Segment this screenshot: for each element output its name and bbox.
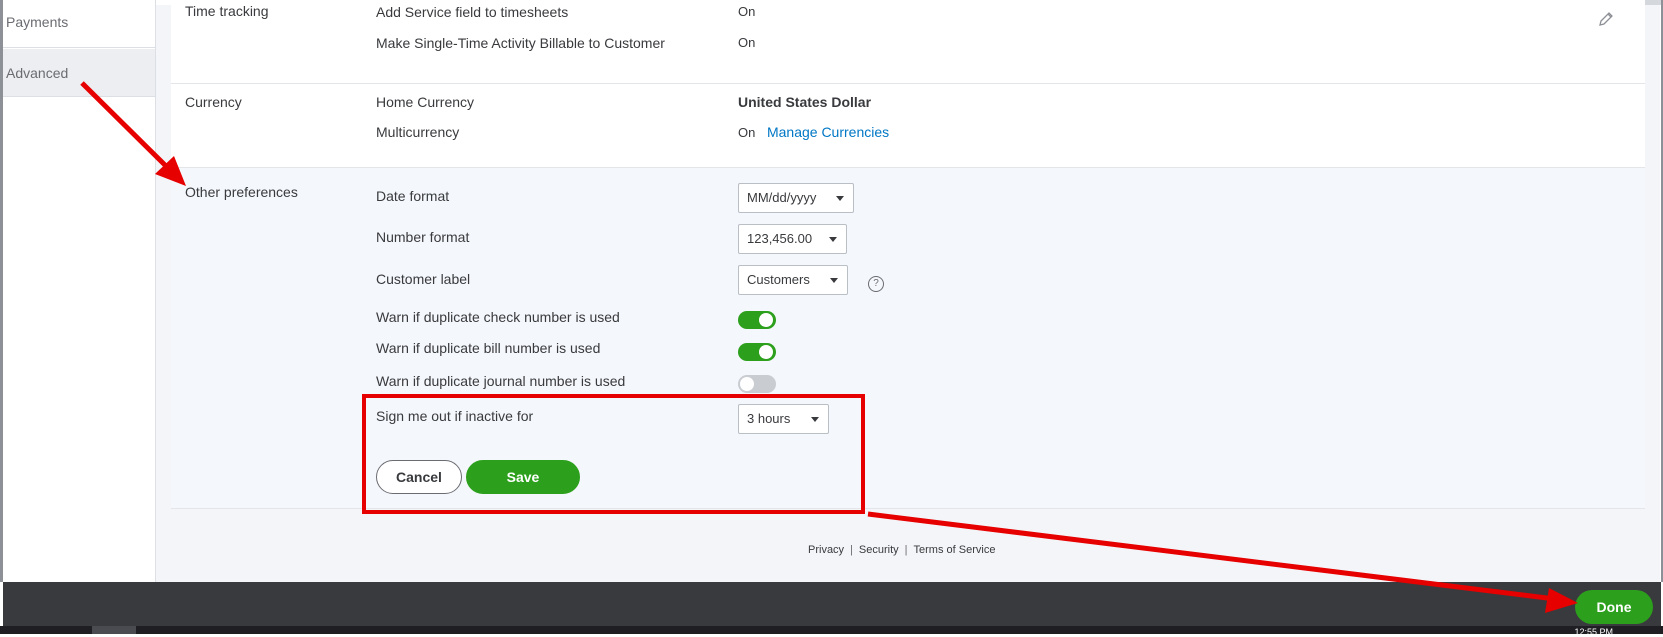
section-title: Currency	[185, 94, 242, 110]
section-title: Time tracking	[185, 3, 269, 19]
customer-label-label: Customer label	[376, 271, 471, 287]
warn-check-toggle[interactable]	[738, 311, 776, 329]
row-value: On	[738, 35, 756, 50]
taskbar-app-icon[interactable]	[92, 626, 136, 634]
toggle-knob	[759, 313, 773, 327]
chevron-down-icon	[829, 237, 837, 242]
security-link[interactable]: Security	[859, 544, 899, 556]
footer-separator: |	[904, 544, 908, 556]
cancel-button[interactable]: Cancel	[376, 460, 462, 494]
toggle-knob	[740, 377, 754, 391]
row-label: Home Currency	[376, 94, 475, 110]
section-time-tracking[interactable]: Time tracking Add Service field to times…	[171, 0, 1645, 84]
date-format-select[interactable]: MM/dd/yyyy	[738, 183, 854, 213]
warn-journal-label: Warn if duplicate journal number is used	[376, 373, 626, 389]
warn-bill-label: Warn if duplicate bill number is used	[376, 340, 601, 356]
sign-out-label: Sign me out if inactive for	[376, 408, 534, 424]
section-currency: Currency Home Currency United States Dol…	[171, 84, 1645, 168]
chevron-down-icon	[836, 196, 844, 201]
toggle-knob	[759, 345, 773, 359]
pencil-icon[interactable]	[1597, 10, 1615, 28]
date-format-label: Date format	[376, 188, 450, 204]
taskbar-clock: 12:55 PM	[1574, 627, 1613, 637]
bottom-action-bar: Done	[3, 582, 1661, 626]
privacy-link[interactable]: Privacy	[808, 544, 844, 556]
multicurrency-status: On	[738, 125, 756, 140]
warn-journal-toggle[interactable]	[738, 375, 776, 393]
os-taskbar	[0, 626, 1663, 634]
settings-main: Time tracking Add Service field to times…	[156, 0, 1660, 582]
row-label: Add Service field to timesheets	[376, 4, 569, 20]
row-label: Make Single-Time Activity Billable to Cu…	[376, 35, 665, 51]
chevron-down-icon	[830, 278, 838, 283]
row-value: On	[738, 4, 756, 19]
terms-link[interactable]: Terms of Service	[914, 544, 996, 556]
number-format-value: 123,456.00	[747, 231, 813, 246]
settings-sidebar: Payments Advanced	[3, 0, 156, 582]
home-currency-value: United States Dollar	[738, 94, 872, 110]
number-format-select[interactable]: 123,456.00	[738, 224, 847, 254]
sidebar-item-payments[interactable]: Payments	[3, 0, 155, 48]
done-button[interactable]: Done	[1575, 590, 1653, 624]
customer-label-select[interactable]: Customers	[738, 265, 848, 295]
footer-links: Privacy | Security | Terms of Service	[808, 544, 995, 556]
sidebar-item-label: Payments	[6, 14, 69, 30]
footer-separator: |	[850, 544, 853, 556]
save-button[interactable]: Save	[466, 460, 580, 494]
sidebar-item-advanced[interactable]: Advanced	[3, 49, 155, 97]
sign-out-select[interactable]: 3 hours	[738, 404, 829, 434]
sign-out-value: 3 hours	[747, 411, 791, 426]
warn-check-label: Warn if duplicate check number is used	[376, 309, 620, 325]
warn-bill-toggle[interactable]	[738, 343, 776, 361]
help-icon[interactable]: ?	[868, 276, 884, 292]
multicurrency-value: On Manage Currencies	[738, 124, 889, 140]
chevron-down-icon	[811, 417, 819, 422]
customer-label-value: Customers	[747, 272, 810, 287]
section-other-preferences: Other preferences Date format MM/dd/yyyy…	[171, 168, 1645, 509]
manage-currencies-link[interactable]: Manage Currencies	[767, 124, 889, 140]
row-label: Multicurrency	[376, 124, 460, 140]
section-title: Other preferences	[185, 184, 298, 200]
number-format-label: Number format	[376, 229, 470, 245]
date-format-value: MM/dd/yyyy	[747, 190, 817, 205]
sidebar-item-label: Advanced	[6, 65, 69, 81]
